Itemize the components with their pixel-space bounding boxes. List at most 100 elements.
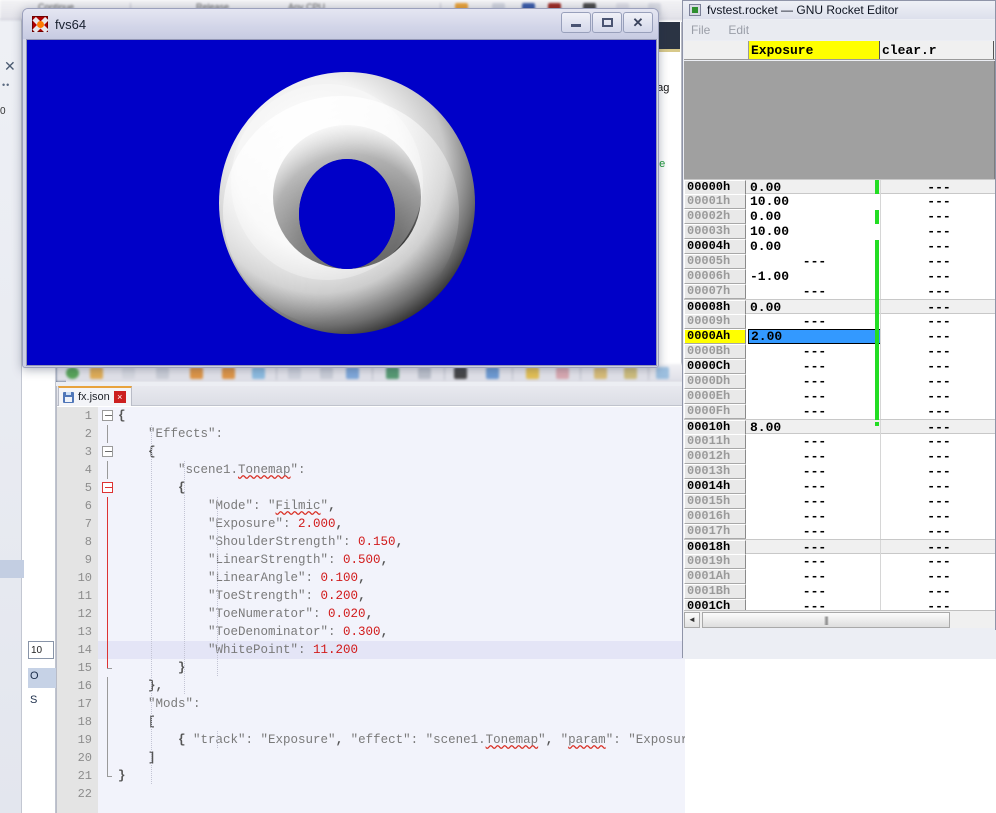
track-row[interactable]: 00008h 0.00 ---	[684, 299, 995, 315]
track-value-exposure[interactable]: ---	[748, 540, 881, 555]
track-value-clear-r[interactable]: ---	[882, 449, 995, 464]
settings-icon[interactable]	[486, 367, 499, 379]
cut-icon[interactable]	[288, 367, 301, 379]
track-value-clear-r[interactable]: ---	[882, 420, 995, 435]
track-rows-container[interactable]: 00000h 0.00 --- 00001h 10.00 --- 00002h 0.00 ---…	[684, 179, 995, 610]
track-value-exposure[interactable]: 0.00	[748, 209, 881, 224]
fold-marker[interactable]	[98, 695, 118, 713]
menu-file[interactable]: File	[691, 23, 710, 37]
track-value-clear-r[interactable]: ---	[882, 584, 995, 599]
close-icon[interactable]: ×	[113, 391, 126, 403]
track-value-clear-r[interactable]: ---	[882, 359, 995, 374]
track-value-exposure[interactable]: -1.00	[748, 269, 881, 284]
track-row[interactable]: 00005h --- ---	[684, 254, 995, 269]
fold-marker[interactable]	[98, 533, 118, 551]
render-canvas[interactable]	[26, 39, 657, 366]
track-value-clear-r[interactable]: ---	[882, 434, 995, 449]
track-value-exposure[interactable]: ---	[748, 599, 881, 610]
fold-marker[interactable]	[98, 641, 118, 659]
track-value-clear-r[interactable]: ---	[882, 180, 995, 195]
track-value-clear-r[interactable]: ---	[882, 569, 995, 584]
track-value-exposure[interactable]: ---	[748, 449, 881, 464]
menu-edit[interactable]: Edit	[728, 23, 749, 37]
track-value-exposure[interactable]: 0.00	[748, 300, 881, 315]
track-value-clear-r[interactable]: ---	[882, 239, 995, 254]
track-value-clear-r[interactable]: ---	[882, 284, 995, 299]
track-value-clear-r[interactable]: ---	[882, 540, 995, 555]
track-value-clear-r[interactable]: ---	[882, 524, 995, 539]
track-row[interactable]: 00004h 0.00 ---	[684, 239, 995, 254]
track-value-clear-r[interactable]: ---	[882, 479, 995, 494]
track-value-exposure[interactable]: 8.00	[748, 420, 881, 435]
fold-marker[interactable]	[98, 677, 118, 695]
track-row[interactable]: 00001h 10.00 ---	[684, 194, 995, 209]
track-row[interactable]: 00012h --- ---	[684, 449, 995, 464]
track-row[interactable]: 00007h --- ---	[684, 284, 995, 299]
fold-marker[interactable]	[98, 515, 118, 533]
save-all-icon[interactable]	[156, 367, 169, 379]
rocket-editor-window[interactable]: fvstest.rocket — GNU Rocket Editor File …	[682, 0, 996, 659]
track-value-exposure[interactable]: ---	[748, 359, 881, 374]
comment-icon[interactable]	[386, 367, 399, 379]
track-value-exposure[interactable]: ---	[748, 584, 881, 599]
track-header-exposure[interactable]: Exposure	[749, 41, 880, 59]
tab-fx-json[interactable]: fx.json ×	[58, 386, 132, 406]
scroll-left-button[interactable]: ◄	[684, 611, 700, 628]
close-button[interactable]: ✕	[623, 12, 653, 33]
track-value-exposure[interactable]: ---	[748, 284, 881, 299]
track-value-exposure[interactable]: ---	[748, 314, 881, 329]
track-value-exposure[interactable]: ---	[748, 404, 881, 419]
track-row[interactable]: 0000Ah 2.00 ---	[684, 329, 995, 344]
fold-marker[interactable]	[98, 749, 118, 767]
undo-icon[interactable]	[190, 367, 203, 379]
uncomment-icon[interactable]	[418, 367, 431, 379]
copy-icon[interactable]	[320, 367, 333, 379]
track-value-exposure[interactable]: ---	[748, 464, 881, 479]
bookmark-icon[interactable]	[594, 367, 607, 379]
fold-marker[interactable]	[98, 785, 118, 803]
paste-icon[interactable]	[346, 367, 359, 379]
track-row[interactable]: 00013h --- ---	[684, 464, 995, 479]
track-value-clear-r[interactable]: ---	[882, 554, 995, 569]
fold-marker[interactable]	[98, 551, 118, 569]
track-value-exposure[interactable]: ---	[748, 479, 881, 494]
track-row[interactable]: 00017h --- ---	[684, 524, 995, 539]
fold-marker[interactable]	[98, 443, 118, 461]
minimize-button[interactable]	[561, 12, 591, 33]
track-row[interactable]: 0001Bh --- ---	[684, 584, 995, 599]
track-row[interactable]: 00011h --- ---	[684, 434, 995, 449]
track-row[interactable]: 0000Eh --- ---	[684, 389, 995, 404]
track-value-exposure[interactable]: ---	[748, 434, 881, 449]
code-area[interactable]: 1{2 "Effects":3 {4 "scene1.Tonemap":5 {6…	[57, 407, 685, 813]
bg-mini-row-s[interactable]: S	[28, 692, 56, 712]
fold-marker[interactable]	[98, 605, 118, 623]
fold-marker[interactable]	[98, 659, 118, 677]
fvs64-titlebar[interactable]: fvs64 ✕	[23, 9, 658, 39]
track-value-exposure[interactable]: ---	[748, 554, 881, 569]
folder-open-icon[interactable]	[90, 367, 103, 379]
fold-marker[interactable]	[98, 713, 118, 731]
track-row[interactable]: 00016h --- ---	[684, 509, 995, 524]
track-value-clear-r[interactable]: ---	[882, 314, 995, 329]
track-row[interactable]: 00014h --- ---	[684, 479, 995, 494]
fold-marker[interactable]	[98, 767, 118, 785]
track-header-clear-r[interactable]: clear.r	[880, 41, 994, 59]
track-value-clear-r[interactable]: ---	[882, 269, 995, 284]
track-value-clear-r[interactable]: ---	[882, 194, 995, 209]
track-row[interactable]: 00003h 10.00 ---	[684, 224, 995, 239]
track-value-clear-r[interactable]: ---	[882, 509, 995, 524]
track-value-exposure[interactable]: ---	[748, 509, 881, 524]
track-value-exposure[interactable]: ---	[748, 569, 881, 584]
zoom-icon[interactable]	[656, 367, 669, 379]
run-icon[interactable]	[66, 367, 79, 379]
track-value-clear-r[interactable]: ---	[882, 494, 995, 509]
close-icon[interactable]: ✕	[4, 58, 16, 75]
track-value-clear-r[interactable]: ---	[882, 374, 995, 389]
fold-marker[interactable]	[98, 479, 118, 497]
track-value-clear-r[interactable]: ---	[882, 254, 995, 269]
fold-marker[interactable]	[98, 569, 118, 587]
track-row[interactable]: 0000Dh --- ---	[684, 374, 995, 389]
track-value-exposure[interactable]: ---	[748, 524, 881, 539]
fold-marker[interactable]	[98, 623, 118, 641]
fold-marker[interactable]	[98, 587, 118, 605]
